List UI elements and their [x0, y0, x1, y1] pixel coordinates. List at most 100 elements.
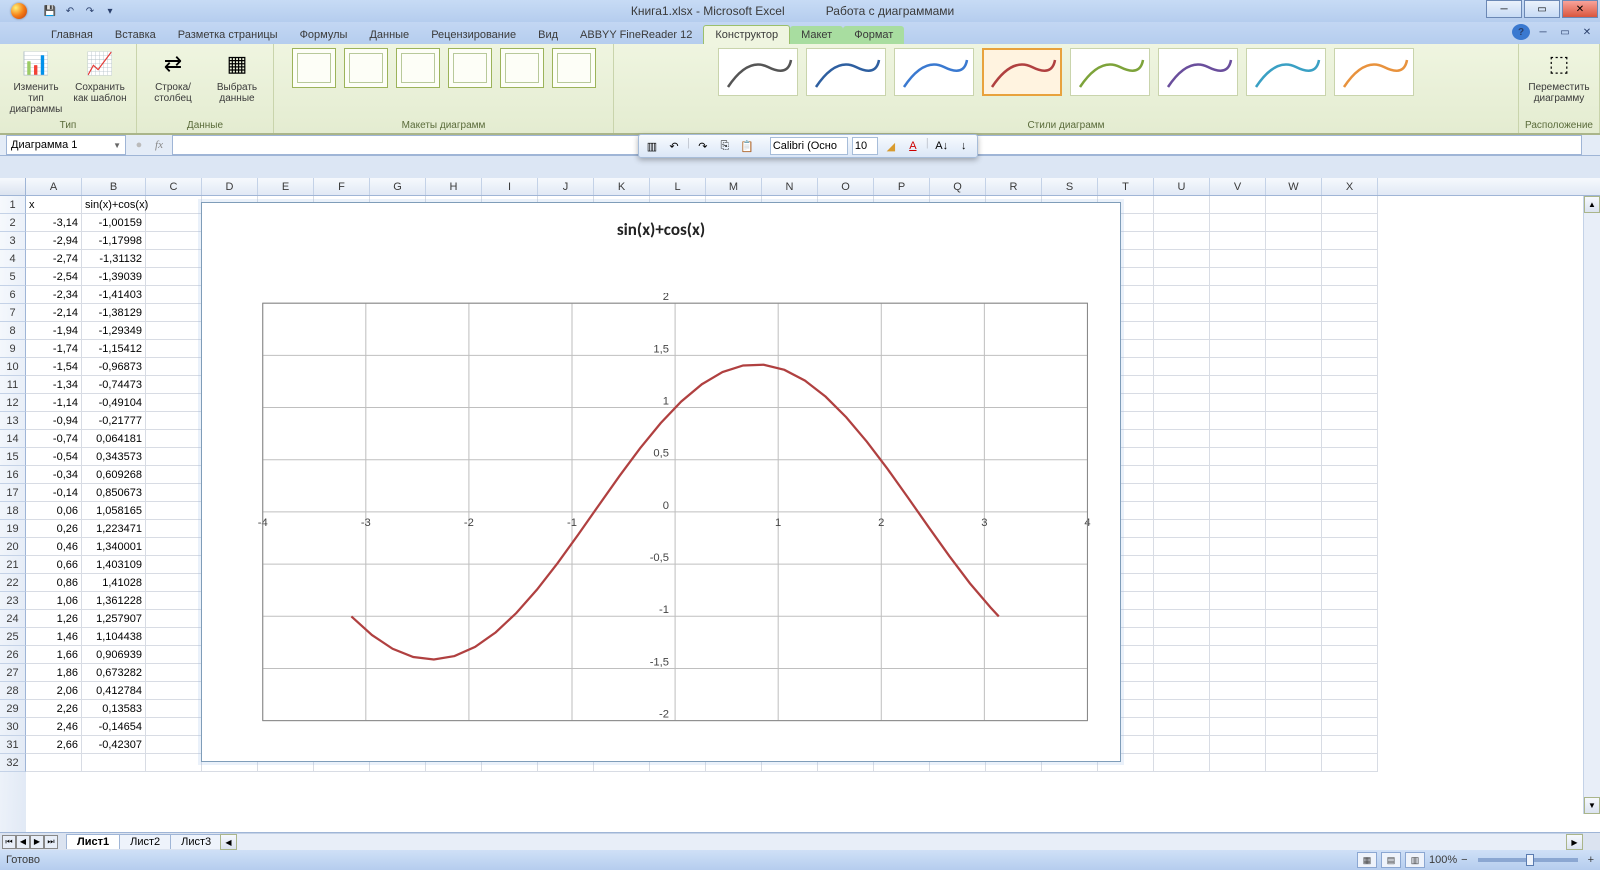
cell-V22[interactable] [1210, 574, 1266, 592]
cell-X30[interactable] [1322, 718, 1378, 736]
tab-nav-prev-icon[interactable]: ◀ [16, 835, 30, 849]
chart-style-2[interactable] [806, 48, 886, 96]
cell-W3[interactable] [1266, 232, 1322, 250]
cell-U14[interactable] [1154, 430, 1210, 448]
help-icon[interactable]: ? [1512, 24, 1530, 40]
row-header-24[interactable]: 24 [0, 610, 26, 628]
cell-V29[interactable] [1210, 700, 1266, 718]
cell-C21[interactable] [146, 556, 202, 574]
cell-A11[interactable]: -1,34 [26, 376, 82, 394]
chart-style-6[interactable] [1158, 48, 1238, 96]
change-chart-type-button[interactable]: 📊 Изменить тип диаграммы [6, 46, 66, 117]
cell-U21[interactable] [1154, 556, 1210, 574]
cell-X12[interactable] [1322, 394, 1378, 412]
cell-C19[interactable] [146, 520, 202, 538]
cell-W28[interactable] [1266, 682, 1322, 700]
row-header-15[interactable]: 15 [0, 448, 26, 466]
cell-W4[interactable] [1266, 250, 1322, 268]
cell-V23[interactable] [1210, 592, 1266, 610]
row-header-1[interactable]: 1 [0, 196, 26, 214]
cell-U6[interactable] [1154, 286, 1210, 304]
scroll-right-icon[interactable]: ▶ [1566, 834, 1583, 850]
mt-chart-icon[interactable]: ▥ [643, 137, 661, 155]
cell-A12[interactable]: -1,14 [26, 394, 82, 412]
save-icon[interactable]: 💾 [42, 3, 58, 19]
cell-U17[interactable] [1154, 484, 1210, 502]
cell-W6[interactable] [1266, 286, 1322, 304]
cell-W25[interactable] [1266, 628, 1322, 646]
cell-X22[interactable] [1322, 574, 1378, 592]
column-header-F[interactable]: F [314, 178, 370, 195]
cell-V13[interactable] [1210, 412, 1266, 430]
cell-B18[interactable]: 1,058165 [82, 502, 146, 520]
mt-copy-icon[interactable]: ⎘ [716, 137, 734, 155]
cell-U32[interactable] [1154, 754, 1210, 772]
cell-U20[interactable] [1154, 538, 1210, 556]
cell-B9[interactable]: -1,15412 [82, 340, 146, 358]
vertical-scrollbar[interactable]: ▲ ▼ [1583, 196, 1600, 814]
chart-style-7[interactable] [1246, 48, 1326, 96]
cell-V9[interactable] [1210, 340, 1266, 358]
cell-C22[interactable] [146, 574, 202, 592]
select-all-corner[interactable] [0, 178, 26, 195]
cell-U31[interactable] [1154, 736, 1210, 754]
mt-font-input[interactable] [770, 137, 848, 155]
cell-U15[interactable] [1154, 448, 1210, 466]
cell-V19[interactable] [1210, 520, 1266, 538]
cell-B31[interactable]: -0,42307 [82, 736, 146, 754]
column-header-X[interactable]: X [1322, 178, 1378, 195]
sheet-tab-1[interactable]: Лист1 [66, 834, 120, 849]
cell-C6[interactable] [146, 286, 202, 304]
cell-X31[interactable] [1322, 736, 1378, 754]
cell-U18[interactable] [1154, 502, 1210, 520]
cell-U30[interactable] [1154, 718, 1210, 736]
cell-V20[interactable] [1210, 538, 1266, 556]
cell-A7[interactable]: -2,14 [26, 304, 82, 322]
row-header-5[interactable]: 5 [0, 268, 26, 286]
zoom-level[interactable]: 100% [1429, 854, 1457, 866]
maximize-button[interactable]: ▭ [1524, 0, 1560, 18]
cell-U24[interactable] [1154, 610, 1210, 628]
cell-C23[interactable] [146, 592, 202, 610]
cell-X16[interactable] [1322, 466, 1378, 484]
cell-X9[interactable] [1322, 340, 1378, 358]
cell-V27[interactable] [1210, 664, 1266, 682]
cell-X26[interactable] [1322, 646, 1378, 664]
cell-A10[interactable]: -1,54 [26, 358, 82, 376]
cell-B23[interactable]: 1,361228 [82, 592, 146, 610]
row-header-14[interactable]: 14 [0, 430, 26, 448]
mt-sort-desc-icon[interactable]: ↓ [955, 137, 973, 155]
row-header-7[interactable]: 7 [0, 304, 26, 322]
office-button[interactable] [0, 0, 38, 22]
cell-A23[interactable]: 1,06 [26, 592, 82, 610]
cell-W5[interactable] [1266, 268, 1322, 286]
cell-V31[interactable] [1210, 736, 1266, 754]
cell-A4[interactable]: -2,74 [26, 250, 82, 268]
cell-C3[interactable] [146, 232, 202, 250]
cell-B21[interactable]: 1,403109 [82, 556, 146, 574]
cell-W18[interactable] [1266, 502, 1322, 520]
row-header-19[interactable]: 19 [0, 520, 26, 538]
cell-A32[interactable] [26, 754, 82, 772]
cell-C15[interactable] [146, 448, 202, 466]
cell-B27[interactable]: 0,673282 [82, 664, 146, 682]
column-header-H[interactable]: H [426, 178, 482, 195]
row-header-31[interactable]: 31 [0, 736, 26, 754]
cell-A21[interactable]: 0,66 [26, 556, 82, 574]
column-header-E[interactable]: E [258, 178, 314, 195]
cell-B20[interactable]: 1,340001 [82, 538, 146, 556]
cell-X23[interactable] [1322, 592, 1378, 610]
cell-B29[interactable]: 0,13583 [82, 700, 146, 718]
cell-X5[interactable] [1322, 268, 1378, 286]
cell-X2[interactable] [1322, 214, 1378, 232]
doc-minimize-icon[interactable]: ─ [1534, 24, 1552, 40]
cell-C29[interactable] [146, 700, 202, 718]
cell-A30[interactable]: 2,46 [26, 718, 82, 736]
cell-B30[interactable]: -0,14654 [82, 718, 146, 736]
cell-W20[interactable] [1266, 538, 1322, 556]
cell-A31[interactable]: 2,66 [26, 736, 82, 754]
cell-X11[interactable] [1322, 376, 1378, 394]
cell-W21[interactable] [1266, 556, 1322, 574]
cell-C13[interactable] [146, 412, 202, 430]
cell-A1[interactable]: x [26, 196, 82, 214]
